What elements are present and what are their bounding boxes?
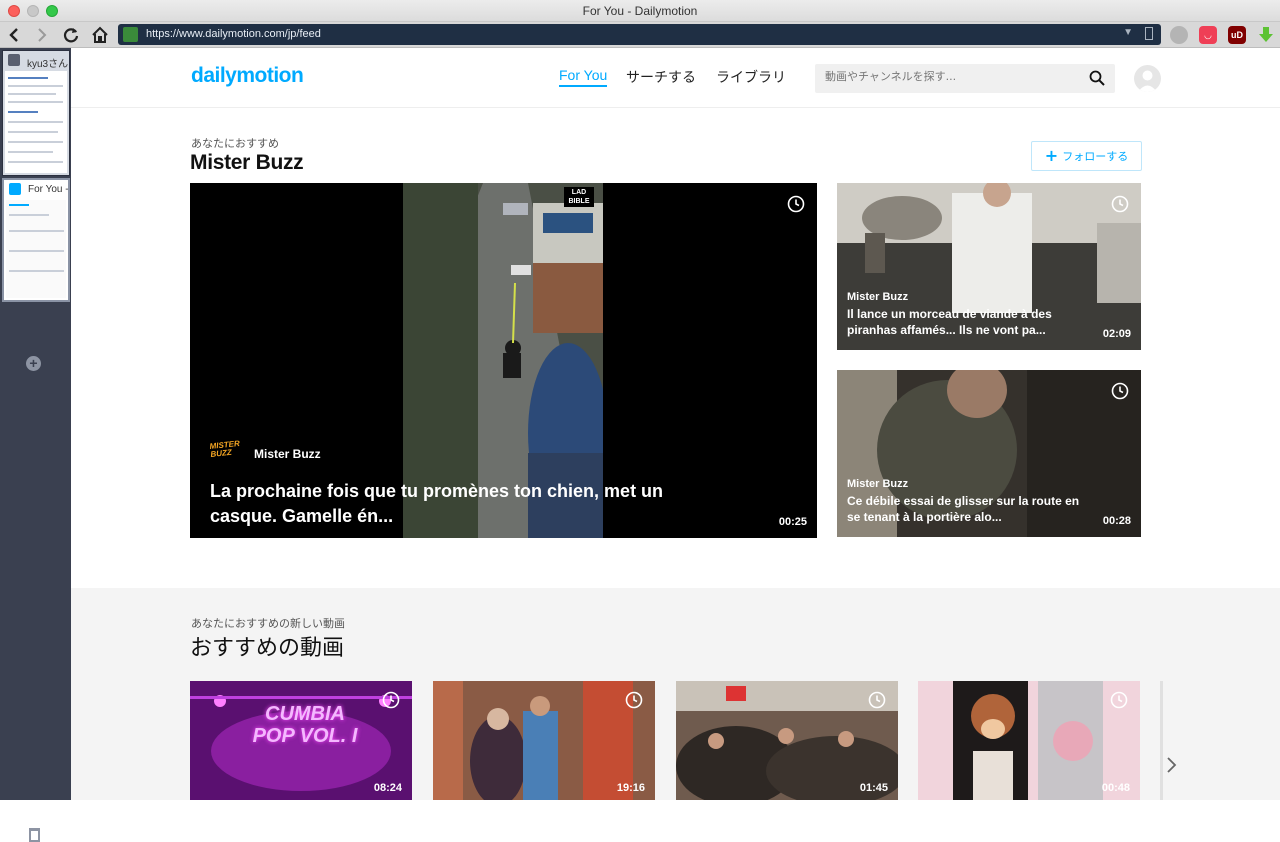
recommended-video-card-3[interactable]: 01:45	[676, 681, 898, 800]
dailymotion-logo[interactable]: dailymotion	[191, 64, 304, 88]
reload-button[interactable]	[60, 24, 82, 46]
follow-label: フォローする	[1062, 150, 1129, 163]
featured-video-duration: 00:25	[778, 516, 807, 528]
download-icon[interactable]	[1257, 26, 1275, 44]
side-video-title-2[interactable]: Ce débile essai de glisser sur la route …	[847, 493, 1087, 525]
watch-later-clock-icon[interactable]	[787, 195, 805, 213]
watch-later-clock-icon[interactable]	[1111, 195, 1129, 213]
follow-button[interactable]: + フォローする	[1031, 141, 1142, 171]
tab-label-container: For You -	[4, 180, 68, 198]
plus-icon: +	[1044, 146, 1059, 165]
tab-label: kyu3さん	[27, 59, 69, 69]
nav-search[interactable]: サーチする	[626, 67, 696, 87]
watch-later-clock-icon[interactable]	[1111, 382, 1129, 400]
home-icon	[92, 26, 108, 43]
recommended-title: おすすめの動画	[190, 636, 345, 661]
back-arrow-icon	[9, 28, 18, 42]
trash-icon[interactable]	[29, 828, 40, 842]
nav-for-you[interactable]: For You	[559, 67, 608, 87]
watch-later-clock-icon[interactable]	[868, 691, 886, 709]
side-video-title-1[interactable]: Il lance un morceau de viande à des pira…	[847, 306, 1077, 338]
page-viewport: dailymotion For You サーチする ライブラリ あなたにおすすめ…	[71, 48, 1280, 800]
dropdown-icon[interactable]: ▼	[1123, 27, 1133, 38]
pocket-icon[interactable]: ◡	[1199, 26, 1217, 44]
recommended-duration-2: 19:16	[616, 782, 645, 794]
tab-thumbnail	[6, 200, 66, 298]
extension-puzzle-icon[interactable]	[1170, 26, 1188, 44]
window-title: For You - Dailymotion	[582, 4, 698, 18]
nav-library[interactable]: ライブラリ	[716, 67, 786, 87]
side-video-duration-1: 02:09	[1102, 328, 1131, 340]
tab-for-you[interactable]: For You -	[2, 178, 70, 302]
forward-arrow-icon	[38, 28, 47, 42]
featured-channel-name[interactable]: Mister Buzz	[254, 447, 321, 461]
address-url[interactable]: https://www.dailymotion.com/jp/feed	[146, 28, 321, 40]
carousel-next-chevron-icon[interactable]	[1166, 756, 1178, 774]
cumbia-pop-logo: CUMBIA POP VOL. I	[252, 703, 358, 747]
next-card-peek	[1160, 681, 1163, 800]
window-titlebar: For You - Dailymotion	[0, 0, 1280, 22]
featured-video-card[interactable]: LAD BIBLE MISTER BUZZ Mister Buzz La pro…	[190, 183, 817, 538]
home-button[interactable]	[89, 24, 111, 46]
recommended-duration-4: 00:48	[1101, 782, 1130, 794]
recommended-duration-3: 01:45	[859, 782, 888, 794]
side-video-card-1[interactable]: Mister Buzz Il lance un morceau de viand…	[837, 183, 1141, 350]
search-input[interactable]	[825, 70, 1085, 83]
bookmark-icon[interactable]	[1145, 27, 1153, 40]
watch-later-clock-icon[interactable]	[625, 691, 643, 709]
tab-thumbnail	[5, 71, 67, 173]
tab-sidebar: kyu3さん For You - +	[0, 48, 71, 842]
watch-later-clock-icon[interactable]	[1110, 691, 1128, 709]
reload-icon	[63, 28, 79, 43]
watch-later-clock-icon[interactable]	[382, 691, 400, 709]
tab-favicon-icon	[8, 54, 20, 66]
side-video-channel-1[interactable]: Mister Buzz	[847, 291, 908, 303]
search-box	[815, 64, 1115, 93]
featured-video-title[interactable]: La prochaine fois que tu promènes ton ch…	[210, 479, 680, 529]
recommended-video-card-1[interactable]: CUMBIA POP VOL. I 08:24	[190, 681, 412, 800]
ladbible-badge: LAD BIBLE	[564, 187, 594, 207]
ublock-icon[interactable]: uD	[1228, 26, 1246, 44]
address-bar[interactable]: https://www.dailymotion.com/jp/feed ▼	[118, 24, 1161, 45]
browser-toolbar: https://www.dailymotion.com/jp/feed ▼ ◡ …	[0, 22, 1280, 48]
recommended-video-card-2[interactable]: 19:16	[433, 681, 655, 800]
recommended-duration-1: 08:24	[373, 782, 402, 794]
side-video-channel-2[interactable]: Mister Buzz	[847, 478, 908, 490]
tab-kyu3[interactable]: kyu3さん	[2, 50, 70, 176]
lock-icon	[123, 27, 138, 42]
new-tab-button[interactable]: +	[26, 356, 41, 371]
recommended-video-card-4[interactable]: 00:48	[918, 681, 1140, 800]
mister-buzz-logo: MISTER BUZZ	[209, 438, 241, 459]
tab-label-container: kyu3さん	[3, 51, 69, 69]
tab-label: For You -	[28, 184, 68, 195]
user-icon	[1138, 70, 1157, 92]
recommended-section: あなたにおすすめの新しい動画 おすすめの動画 CUMBIA POP VOL. I…	[71, 588, 1280, 800]
forward-button[interactable]	[31, 24, 53, 46]
side-video-card-2[interactable]: Mister Buzz Ce débile essai de glisser s…	[837, 370, 1141, 537]
avatar[interactable]	[1134, 65, 1161, 92]
featured-title[interactable]: Mister Buzz	[190, 151, 304, 175]
side-video-duration-2: 00:28	[1102, 515, 1131, 527]
featured-subtitle: あなたにおすすめ	[191, 137, 279, 150]
recommended-subtitle: あなたにおすすめの新しい動画	[191, 617, 345, 630]
site-header: dailymotion For You サーチする ライブラリ	[71, 48, 1280, 108]
back-button[interactable]	[3, 24, 25, 46]
search-icon[interactable]	[1089, 70, 1105, 86]
tab-favicon-icon	[9, 183, 21, 195]
